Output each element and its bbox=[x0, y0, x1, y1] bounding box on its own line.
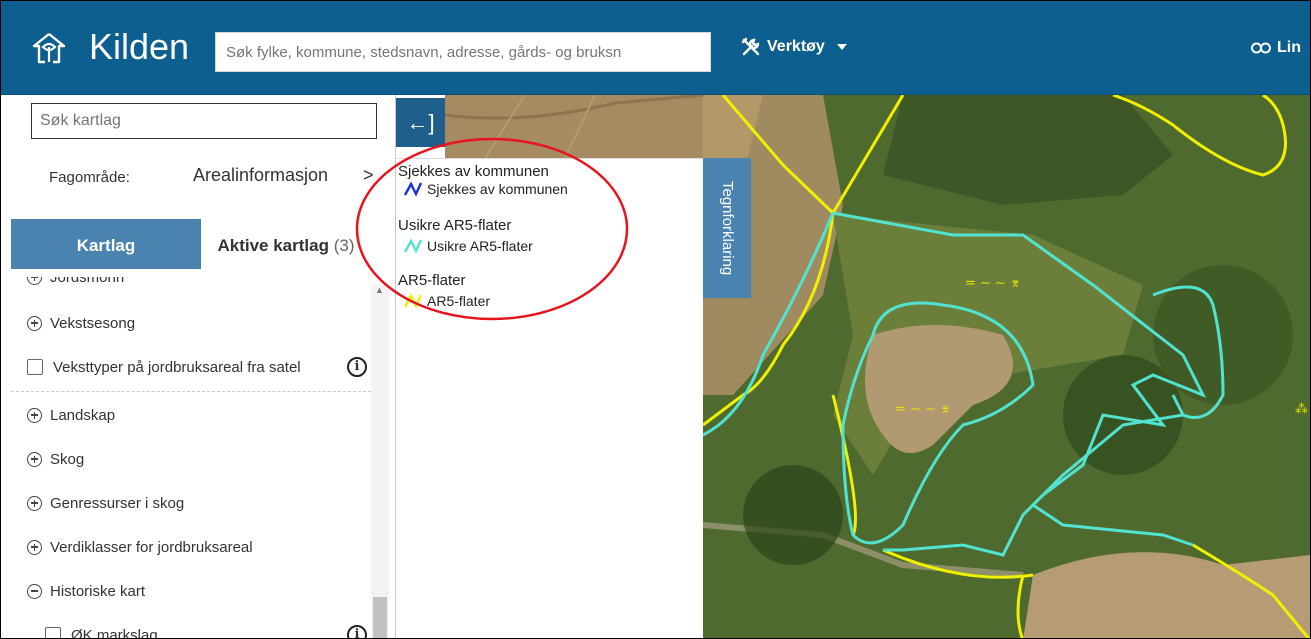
tab-aktive-kartlag[interactable]: Aktive kartlag (3) bbox=[201, 219, 371, 269]
tools-icon bbox=[741, 37, 760, 56]
list-item[interactable]: Genressurser i skog bbox=[11, 481, 371, 525]
layer-checkbox[interactable] bbox=[45, 627, 61, 638]
scroll-up-arrow-icon[interactable]: ▲ bbox=[375, 285, 384, 295]
chevron-right-icon[interactable]: > bbox=[363, 165, 374, 186]
info-icon[interactable]: i bbox=[347, 625, 367, 638]
layer-list-scrollbar[interactable]: ▲ bbox=[371, 285, 389, 638]
link-button[interactable]: Lin bbox=[1251, 39, 1301, 57]
list-item-label: Skog bbox=[50, 450, 85, 468]
map-symbol: = ~ ~ ⌆ bbox=[965, 276, 1021, 291]
list-item[interactable]: Veksttyper på jordbruksareal fra satel i bbox=[11, 345, 371, 389]
list-item-label: ØK markslag bbox=[71, 626, 158, 639]
line-symbol-icon bbox=[403, 293, 423, 309]
tab-aktive-count: (3) bbox=[333, 236, 355, 255]
tools-menu-button[interactable]: Verktøy bbox=[741, 37, 847, 57]
list-item-label: Vekstsesong bbox=[50, 314, 136, 332]
tab-kartlag[interactable]: Kartlag bbox=[11, 219, 201, 269]
map-view[interactable]: = ~ ~ ⌆ = ~ ~ ⌆ ⁂ bbox=[703, 95, 1310, 639]
link-icon bbox=[1251, 42, 1271, 54]
legend-item: AR5-flater bbox=[403, 293, 490, 309]
map-symbol: = ~ ~ ⌆ bbox=[895, 402, 951, 417]
fagomrade-selector[interactable]: Arealinformasjon bbox=[193, 165, 328, 186]
legend-item-label: Sjekkes av kommunen bbox=[427, 181, 568, 197]
layer-panel: Fagområde: Arealinformasjon > Kartlag Ak… bbox=[1, 95, 396, 639]
legend-item: Sjekkes av kommunen bbox=[403, 181, 568, 197]
top-bar: Kilden Verktøy Lin bbox=[1, 1, 1310, 95]
layer-list: Jordsmonn Vekstsesong Veksttyper på jord… bbox=[11, 277, 371, 639]
collapse-panel-button[interactable]: ←] bbox=[396, 98, 445, 147]
list-item-label: Genressurser i skog bbox=[50, 494, 185, 512]
expand-icon[interactable] bbox=[27, 451, 42, 467]
link-label: Lin bbox=[1277, 39, 1301, 56]
list-item-label: Landskap bbox=[50, 406, 116, 424]
list-item[interactable]: Skog bbox=[11, 437, 371, 481]
legend-item: Usikre AR5-flater bbox=[403, 238, 533, 254]
line-symbol-icon bbox=[403, 238, 423, 254]
legend-item-label: Usikre AR5-flater bbox=[427, 238, 533, 254]
expand-icon[interactable] bbox=[27, 277, 42, 285]
list-item-label: Jordsmonn bbox=[50, 277, 125, 286]
chevron-down-icon bbox=[836, 44, 847, 50]
tools-label: Verktøy bbox=[767, 38, 825, 55]
app-window: Kilden Verktøy Lin Fagområde: Arealinfor… bbox=[0, 0, 1311, 639]
list-item[interactable]: Jordsmonn bbox=[11, 277, 371, 287]
fagomrade-label: Fagområde: bbox=[49, 169, 130, 186]
expand-icon[interactable] bbox=[27, 495, 42, 511]
list-item[interactable]: Vekstsesong bbox=[11, 301, 371, 345]
map-strip[interactable] bbox=[445, 95, 703, 158]
expand-icon[interactable] bbox=[27, 539, 42, 555]
info-icon[interactable]: i bbox=[347, 357, 367, 377]
divider bbox=[11, 391, 371, 392]
expand-icon[interactable] bbox=[27, 315, 42, 331]
legend-group-title: AR5-flater bbox=[398, 272, 466, 289]
layer-checkbox[interactable] bbox=[27, 359, 43, 375]
kilden-logo-icon[interactable] bbox=[31, 31, 67, 65]
list-item-label: Verdiklasser for jordbruksareal bbox=[50, 538, 253, 556]
list-item[interactable]: Verdiklasser for jordbruksareal bbox=[11, 525, 371, 569]
line-symbol-icon bbox=[403, 181, 423, 197]
legend-panel: Sjekkes av kommunen Sjekkes av kommunen … bbox=[397, 158, 703, 638]
list-item[interactable]: Landskap bbox=[11, 393, 371, 437]
list-item[interactable]: Historiske kart bbox=[11, 569, 371, 613]
legend-group-title: Sjekkes av kommunen bbox=[398, 163, 549, 180]
tree-symbol-icon: ⁂ bbox=[1295, 402, 1308, 417]
collapse-icon[interactable] bbox=[27, 583, 42, 599]
legend-group-title: Usikre AR5-flater bbox=[398, 217, 512, 234]
scrollbar-thumb[interactable] bbox=[373, 597, 387, 638]
layer-search-input[interactable] bbox=[31, 103, 377, 139]
app-title[interactable]: Kilden bbox=[89, 25, 189, 69]
tab-aktive-label: Aktive kartlag bbox=[217, 236, 329, 255]
list-item[interactable]: ØK markslag i bbox=[11, 615, 371, 639]
legend-item-label: AR5-flater bbox=[427, 293, 491, 309]
global-search-input[interactable] bbox=[215, 32, 711, 72]
list-item-label: Historiske kart bbox=[50, 582, 146, 600]
tab-tegnforklaring[interactable]: Tegnforklaring bbox=[703, 158, 751, 298]
expand-icon[interactable] bbox=[27, 407, 42, 423]
list-item-label: Veksttyper på jordbruksareal fra satel bbox=[53, 358, 301, 376]
